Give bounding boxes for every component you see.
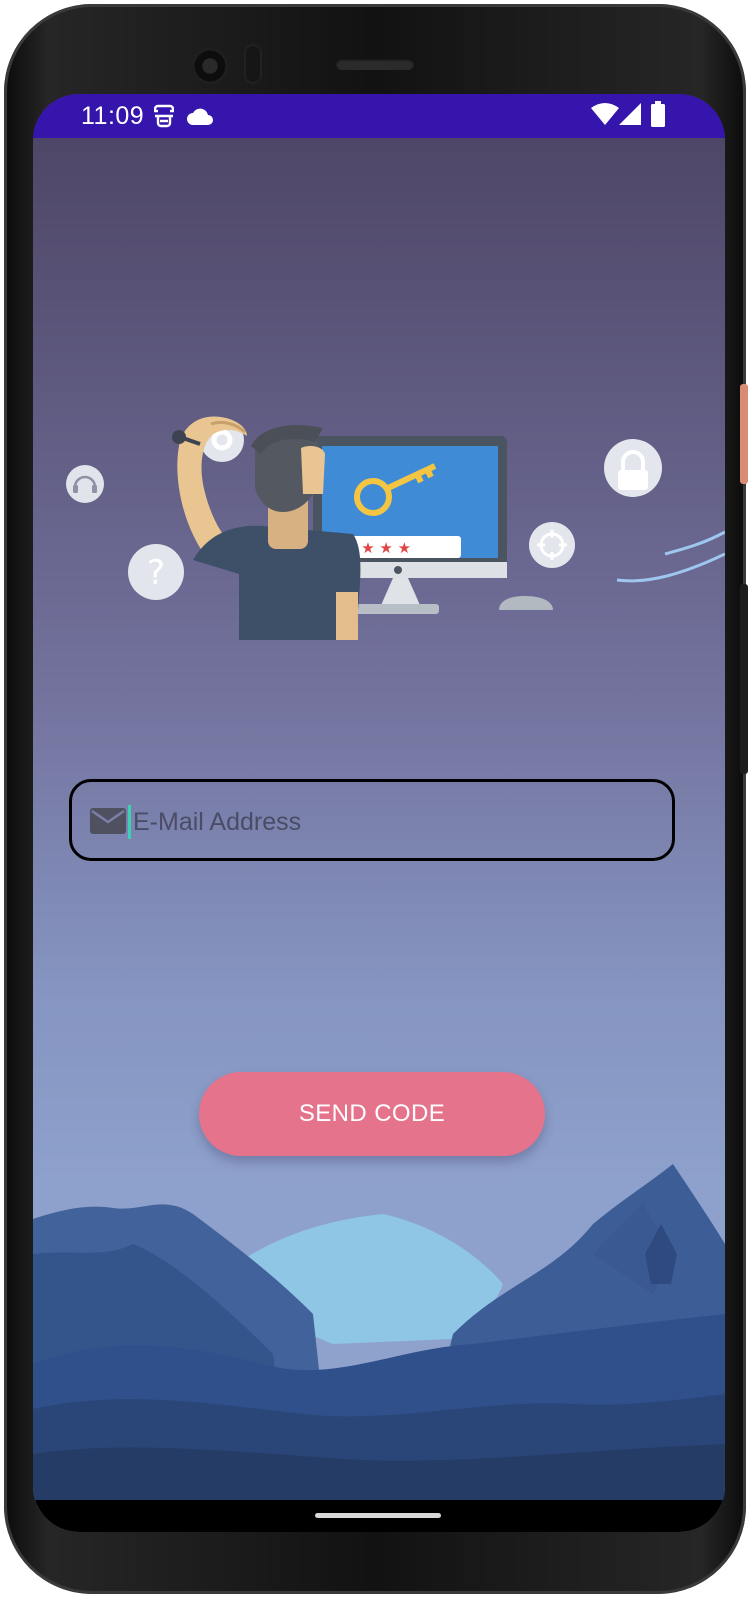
lock-icon: [604, 439, 662, 497]
status-bar: 11:09: [33, 94, 725, 138]
front-camera: [192, 48, 228, 84]
cell-signal-icon: [619, 103, 641, 130]
earpiece-speaker: [336, 58, 414, 70]
app-screen: 11:09 ? ★ ★ ★ ★ E-Mail Address SEND CODE: [33, 94, 725, 1532]
sim-card-icon: [153, 104, 175, 133]
phone-frame: 11:09 ? ★ ★ ★ ★ E-Mail Address SEND CODE: [4, 4, 748, 1594]
mountain-landscape: [33, 1164, 725, 1500]
password-reset-illustration: ? ★ ★ ★ ★: [66, 416, 725, 640]
navigation-bar: [33, 1500, 725, 1532]
power-button: [740, 384, 748, 484]
question-icon: ?: [128, 544, 184, 600]
home-indicator[interactable]: [315, 1513, 441, 1518]
svg-text:?: ?: [147, 553, 165, 593]
headset-icon: [66, 465, 104, 503]
wifi-icon: [591, 102, 619, 131]
send-code-button[interactable]: SEND CODE: [199, 1072, 545, 1156]
battery-icon: [651, 101, 665, 132]
email-input[interactable]: [131, 795, 655, 849]
cloud-icon: [186, 108, 214, 131]
status-time: 11:09: [81, 102, 145, 130]
crosshair-icon: [529, 522, 575, 568]
volume-button: [740, 584, 748, 774]
proximity-sensor: [244, 44, 262, 84]
email-field[interactable]: [69, 779, 675, 861]
mail-icon: [90, 808, 126, 839]
